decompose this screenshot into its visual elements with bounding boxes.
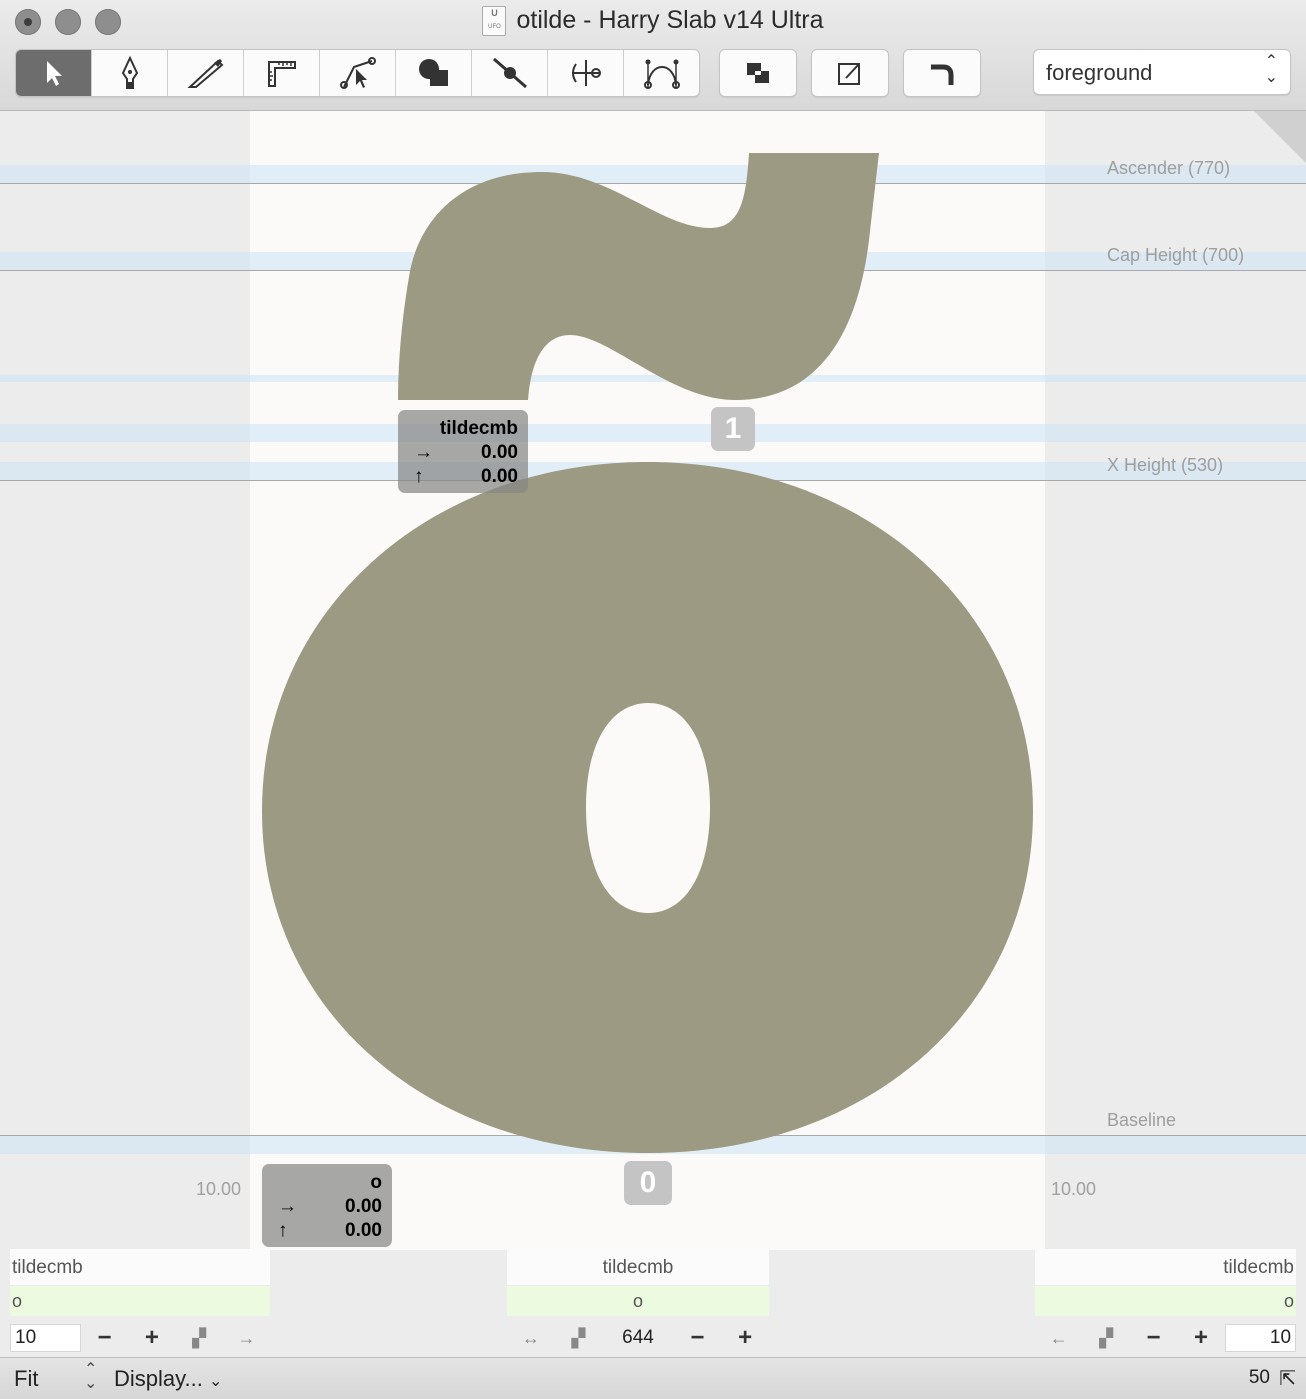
updown-chevron-icon[interactable]: ⌃ ⌄: [84, 1362, 97, 1392]
left-glyph-name: o: [10, 1286, 270, 1316]
width-increase-button[interactable]: +: [721, 1319, 769, 1357]
transform-box-icon: [838, 63, 860, 85]
chevron-down-icon: ⌄: [208, 1373, 223, 1390]
spacing-panel: tildecmb o 10 − + ▞ → tildecmb o ↔ ▞ 644…: [0, 1249, 1306, 1357]
base-component-name: o: [370, 1172, 382, 1193]
window-title-group: U UFO otilde - Harry Slab v14 Ultra: [0, 6, 1306, 37]
center-glyph-above: tildecmb: [507, 1249, 769, 1285]
right-kerning-group: tildecmb o ← ▞ − + 10: [1035, 1249, 1297, 1357]
left-margin-step-button[interactable]: ▞: [176, 1319, 223, 1357]
zoom-value: 50: [1248, 1367, 1270, 1388]
width-link-button[interactable]: ↔: [507, 1319, 555, 1357]
status-bar: Fit ⌃ ⌄ Display... ⌄ 50 ⇱: [0, 1357, 1306, 1399]
right-glyph-name: o: [1035, 1286, 1296, 1316]
plus-icon: +: [1194, 1324, 1209, 1351]
width-step-button[interactable]: ▞: [555, 1319, 603, 1357]
right-margin-increase-button[interactable]: +: [1177, 1319, 1224, 1357]
layer-select[interactable]: foreground ⌃ ⌄: [1033, 49, 1291, 95]
tilde-offset-x: 0.00: [481, 442, 518, 463]
window-title: otilde - Harry Slab v14 Ultra: [516, 6, 824, 34]
left-glyph-above: tildecmb: [10, 1249, 270, 1285]
base-component-index: 0: [624, 1161, 672, 1205]
anchor-transform-icon: [571, 60, 601, 86]
left-margin-input[interactable]: 10: [10, 1324, 82, 1352]
minus-icon: −: [97, 1324, 112, 1351]
left-sidebearing: 10.00: [196, 1179, 242, 1199]
step-icon: ▞: [571, 1327, 586, 1348]
minus-icon: −: [690, 1324, 705, 1351]
right-glyph-above: tildecmb: [1035, 1249, 1296, 1285]
center-glyph-name: o: [507, 1286, 769, 1316]
width-decrease-button[interactable]: −: [674, 1319, 722, 1357]
node-select-icon: [339, 57, 376, 89]
left-margin-increase-button[interactable]: +: [128, 1319, 175, 1357]
transform-box-button[interactable]: [811, 49, 889, 97]
corner-curve-icon: [931, 64, 954, 85]
plus-icon: +: [738, 1324, 753, 1351]
right-sidebearing: 10.00: [1051, 1179, 1097, 1199]
arrow-right-icon: →: [237, 1327, 256, 1348]
tilde-component-name: tildecmb: [439, 418, 518, 439]
knife-tool-button[interactable]: [168, 50, 244, 96]
ufo-icon-letter: U: [491, 8, 498, 19]
pen-tool-button[interactable]: [92, 50, 168, 96]
slice-line-icon: [492, 57, 527, 89]
width-input[interactable]: 644: [602, 1325, 674, 1351]
zoom-fit-icon[interactable]: ⇱: [1279, 1366, 1296, 1391]
tilde-component-info: tildecmb → 0.00 ↑ 0.00: [398, 410, 528, 493]
base-component-info: o → 0.00 ↑ 0.00: [262, 1164, 392, 1247]
zoom-mode-button[interactable]: Fit: [14, 1366, 38, 1392]
base-offset-x: 0.00: [345, 1196, 382, 1217]
flip-layers-button[interactable]: [719, 49, 797, 97]
step-icon: ▞: [192, 1327, 207, 1348]
right-margin-decrease-button[interactable]: −: [1130, 1319, 1177, 1357]
left-kerning-group: tildecmb o 10 − + ▞ →: [10, 1249, 270, 1357]
right-margin-arrow-button[interactable]: ←: [1035, 1319, 1082, 1357]
tilde-component-index: 1: [711, 407, 755, 451]
display-menu-button[interactable]: Display... ⌄: [114, 1366, 222, 1392]
ruler-icon: [267, 61, 296, 87]
tilde-offset-y: 0.00: [481, 466, 518, 487]
select-tool-button[interactable]: [16, 50, 92, 96]
layers-swap-icon: [747, 63, 769, 83]
display-menu-label: Display...: [114, 1366, 203, 1391]
tool-segmented-control: [15, 49, 700, 97]
left-margin-arrow-button[interactable]: →: [223, 1319, 270, 1357]
bezier-curve-icon: [643, 59, 680, 89]
minus-icon: −: [1146, 1324, 1161, 1351]
plus-icon: +: [144, 1324, 159, 1351]
double-arrow-icon: ↔: [521, 1327, 540, 1348]
transform-tool-button[interactable]: [548, 50, 624, 96]
edit-points-tool-button[interactable]: [320, 50, 396, 96]
right-margin-input[interactable]: 10: [1224, 1324, 1297, 1352]
corner-button[interactable]: [903, 49, 981, 97]
left-margin-decrease-button[interactable]: −: [81, 1319, 128, 1357]
tilde-component-shape: [398, 153, 879, 400]
left-margin-controls: 10 − + ▞ →: [10, 1319, 270, 1357]
pen-nib-icon: [121, 55, 138, 89]
arrow-pointer-icon: [46, 61, 62, 86]
window-titlebar: U UFO otilde - Harry Slab v14 Ultra fore…: [0, 0, 1306, 111]
shapes-icon: [418, 59, 448, 86]
ufo-icon-label: UFO: [488, 24, 501, 31]
step-icon: ▞: [1099, 1327, 1114, 1348]
layer-select-value: foreground: [1046, 60, 1153, 85]
knife-icon: [186, 59, 223, 88]
right-margin-controls: ← ▞ − + 10: [1035, 1319, 1297, 1357]
slice-tool-button[interactable]: [472, 50, 548, 96]
bezier-tool-button[interactable]: [624, 50, 699, 96]
width-controls: ↔ ▞ 644 − +: [507, 1319, 769, 1357]
arrow-left-icon: ←: [1049, 1327, 1068, 1348]
base-offset-y: 0.00: [345, 1220, 382, 1241]
center-width-group: tildecmb o ↔ ▞ 644 − +: [507, 1249, 769, 1357]
o-component-shape: [262, 462, 1033, 1153]
shape-tool-button[interactable]: [396, 50, 472, 96]
updown-chevron-icon: ⌃ ⌄: [1264, 53, 1278, 86]
measure-tool-button[interactable]: [244, 50, 320, 96]
glyph-canvas[interactable]: Ascender (770) Cap Height (700) X Height…: [0, 111, 1306, 1357]
right-margin-step-button[interactable]: ▞: [1082, 1319, 1129, 1357]
ufo-document-icon: U UFO: [482, 6, 507, 37]
